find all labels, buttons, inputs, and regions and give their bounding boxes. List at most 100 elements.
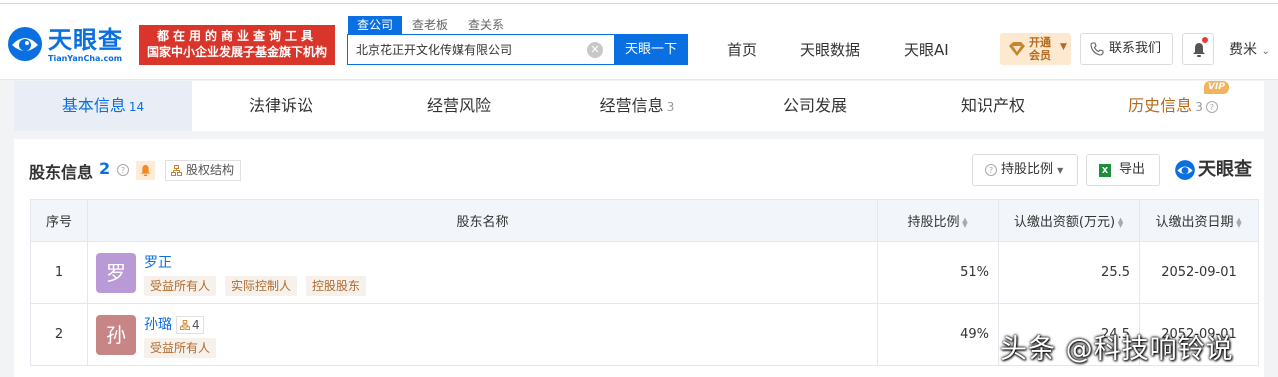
nav-home[interactable]: 首页 — [727, 38, 757, 62]
org-chart-icon — [180, 319, 190, 330]
tag-beneficial-owner: 受益所有人 — [144, 275, 217, 296]
logo-wordmark: 天眼查 — [48, 26, 123, 54]
avatar: 孙 — [96, 314, 136, 355]
vip-label-line2: 会员 — [1029, 49, 1051, 62]
col-date-label: 认缴出资日期 — [1155, 215, 1234, 230]
browser-edge — [0, 0, 1278, 4]
help-icon: ? — [985, 164, 997, 176]
related-companies-badge[interactable]: 4 — [176, 315, 204, 334]
sort-icon: ▲ ▼ — [1117, 215, 1124, 229]
subscribed-date: 2052-09-01 — [1139, 241, 1259, 304]
promo-line-2: 国家中小企业发展子基金旗下机构 — [146, 45, 327, 59]
equity-structure-label: 股权结构 — [186, 163, 235, 177]
vip-badge: VIP — [1204, 81, 1229, 94]
col-date[interactable]: 认缴出资日期 ▲ ▼ — [1139, 199, 1259, 242]
ratio-filter-label: 持股比例 — [1001, 162, 1054, 177]
promo-line-1: 都在用的商业查询工具 — [156, 29, 317, 43]
vip-label-line1: 开通 — [1029, 36, 1051, 49]
export-label: 导出 — [1119, 162, 1146, 177]
search-tab-boss[interactable]: 查老板 — [412, 16, 448, 34]
col-amount[interactable]: 认缴出资额(万元) ▲ ▼ — [998, 199, 1140, 242]
bell-icon — [1193, 43, 1205, 57]
tag-controlling-shareholder: 控股股东 — [306, 275, 367, 296]
clear-icon[interactable]: ✕ — [587, 42, 603, 58]
tab-count: 3 — [666, 100, 675, 114]
contact-button[interactable]: 联系我们 — [1080, 33, 1173, 65]
search-tab-relation[interactable]: 查关系 — [468, 16, 504, 34]
chevron-down-icon: ⌄ — [1261, 46, 1270, 57]
avatar: 罗 — [96, 252, 136, 293]
logo-domain: TianYanCha.com — [48, 54, 123, 63]
user-name: 费米 — [1229, 42, 1257, 58]
equity-structure-button[interactable]: 股权结构 — [165, 160, 242, 181]
col-holder-name: 股东名称 — [87, 199, 878, 242]
holder-name-link[interactable]: 罗正 — [144, 252, 172, 272]
table-row: 1 罗 罗正 受益所有人 实际控制人 控股股东 51% 25.5 2052-09… — [30, 241, 1259, 304]
phone-icon — [1090, 42, 1104, 56]
sort-icon: ▲ ▼ — [1236, 215, 1242, 229]
search-box: ✕ 天眼一下 — [347, 34, 688, 65]
vip-label: 开通 会员 — [1029, 36, 1051, 62]
subscribed-amount: 25.5 — [998, 241, 1140, 304]
tab-litigation[interactable]: 法律诉讼 — [192, 81, 370, 131]
logo-eye-icon — [8, 27, 42, 61]
caret-down-icon: ▼ — [1057, 166, 1064, 175]
user-menu[interactable]: 费米 ⌄ — [1229, 39, 1270, 59]
tab-operating-risk[interactable]: 经营风险 — [370, 81, 548, 131]
bell-icon — [140, 165, 151, 176]
search-button[interactable]: 天眼一下 — [614, 34, 688, 65]
top-header: 天眼查 TianYanCha.com 都在用的商业查询工具 国家中小企业发展子基… — [0, 0, 1278, 80]
logo-eye-icon — [1175, 160, 1195, 180]
tab-label: 经营信息 — [599, 96, 664, 115]
related-count: 4 — [192, 317, 200, 332]
tab-basic-info[interactable]: 基本信息 14 — [14, 81, 192, 131]
row-index: 2 — [30, 303, 88, 366]
holder-name-link[interactable]: 孙璐 — [144, 314, 172, 334]
tab-label: 历史信息 — [1128, 96, 1193, 115]
monitor-bell-button[interactable] — [136, 161, 155, 180]
col-amount-label: 认缴出资额(万元) — [1013, 215, 1116, 230]
nav-data[interactable]: 天眼数据 — [800, 38, 860, 62]
caret-down-icon: ▼ — [1060, 42, 1067, 52]
tab-label: 知识产权 — [960, 96, 1025, 115]
nav-ai[interactable]: 天眼AI — [904, 38, 949, 62]
col-index: 序号 — [30, 199, 88, 242]
search-input[interactable] — [348, 35, 598, 64]
tab-history-info[interactable]: VIP 历史信息 3? — [1082, 81, 1264, 131]
promo-banner[interactable]: 都在用的商业查询工具 国家中小企业发展子基金旗下机构 — [139, 25, 335, 65]
holder-cell: 孙 孙璐 4 受益所有人 — [87, 303, 878, 366]
holding-ratio: 49% — [877, 303, 999, 366]
tab-label: 经营风险 — [426, 96, 491, 115]
org-chart-icon — [171, 165, 182, 176]
vip-open-button[interactable]: 开通 会员 ▼ — [1000, 33, 1071, 65]
search-tab-company[interactable]: 查公司 — [348, 16, 403, 34]
tab-company-development[interactable]: 公司发展 — [726, 81, 904, 131]
table-header-row: 序号 股东名称 持股比例 ▲ ▼ 认缴出资额(万元) ▲ ▼ 认缴出资日期 ▲ ▼ — [30, 199, 1259, 242]
brand-text: 天眼查 — [1198, 159, 1252, 180]
tab-label: 基本信息 — [61, 96, 126, 115]
diamond-icon — [1009, 42, 1025, 56]
export-button[interactable]: X 导出 — [1086, 154, 1160, 186]
sort-icon: ▲ ▼ — [962, 215, 968, 229]
holder-cell: 罗 罗正 受益所有人 实际控制人 控股股东 — [87, 241, 878, 304]
notification-button[interactable] — [1182, 33, 1214, 65]
tianyancha-logo[interactable]: 天眼查 TianYanCha.com — [6, 25, 136, 67]
holding-ratio: 51% — [877, 241, 999, 304]
excel-icon: X — [1099, 164, 1111, 177]
ratio-filter-dropdown[interactable]: ? 持股比例 ▼ — [972, 154, 1078, 186]
tab-label: 公司发展 — [782, 96, 847, 115]
notification-dot — [1202, 37, 1208, 43]
company-tabs: 基本信息 14 法律诉讼 经营风险 经营信息 3 公司发展 知识产权 VIP 历史信… — [14, 81, 1264, 131]
col-ratio[interactable]: 持股比例 ▲ ▼ — [877, 199, 999, 242]
toutiao-watermark: 头条 @科技响铃说 — [1000, 334, 1234, 365]
tab-label: 法律诉讼 — [248, 96, 313, 115]
tab-count: 14 — [128, 100, 145, 114]
tab-operating-info[interactable]: 经营信息 3 — [548, 81, 726, 131]
tag-actual-controller: 实际控制人 — [225, 275, 298, 296]
tab-intellectual-property[interactable]: 知识产权 — [904, 81, 1082, 131]
section-count: 2 — [99, 159, 111, 178]
tab-count: 3 — [1195, 100, 1203, 114]
help-icon[interactable]: ? — [117, 164, 129, 176]
row-index: 1 — [30, 241, 88, 304]
help-icon[interactable]: ? — [1205, 100, 1218, 113]
